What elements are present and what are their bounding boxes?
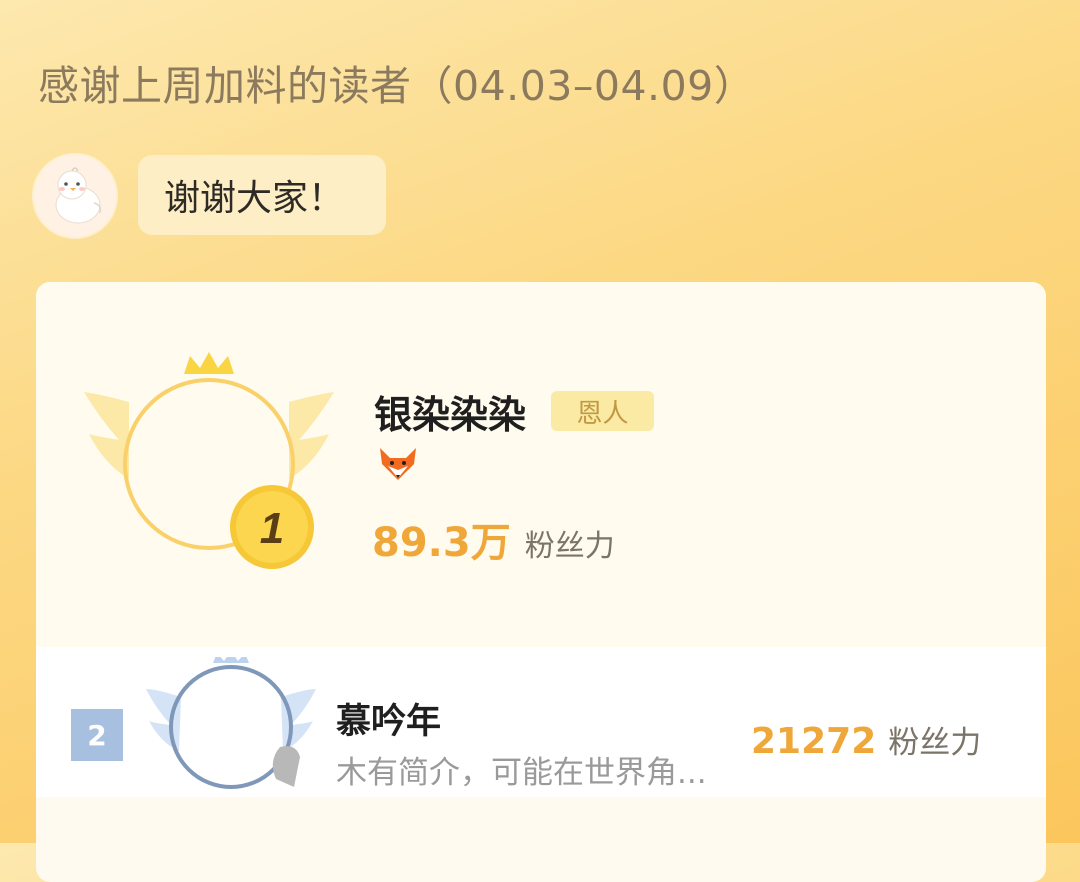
rank-second-fans: 21272 粉丝力 <box>751 717 981 762</box>
fans-value: 89.3万 <box>372 520 511 566</box>
rank-number-first: 1 <box>260 504 284 553</box>
rank-first-section[interactable]: 1 银染染染 恩人 89.3万 粉丝力 <box>36 282 1046 647</box>
fox-icon <box>380 448 416 480</box>
rank-second-description: 木有简介，可能在世界角... <box>336 755 707 791</box>
rank-second-row[interactable]: 2 慕吟年 木有简介，可能在世界角... 21272 粉丝力 <box>36 647 1046 797</box>
rank-number-second: 2 <box>87 718 107 752</box>
avatar[interactable] <box>34 155 116 237</box>
fans-unit: 粉丝力 <box>524 529 615 564</box>
benefactor-tag: 恩人 <box>551 391 654 431</box>
greeting-bubble: 谢谢大家！ <box>138 155 386 235</box>
silver-winged-emblem <box>146 657 316 789</box>
ranking-card: 1 银染染染 恩人 89.3万 粉丝力 2 慕吟年 木有简介，可能在世界角...… <box>36 282 1046 882</box>
gold-winged-crown-emblem: 1 <box>84 352 334 569</box>
fans-unit: 粉丝力 <box>888 725 982 761</box>
fans-value: 21272 <box>751 721 877 762</box>
rank-first-name[interactable]: 银染染染 <box>374 384 526 439</box>
chick-icon <box>34 155 116 237</box>
rank-second-name[interactable]: 慕吟年 <box>336 693 441 744</box>
rank-first-fans: 89.3万 粉丝力 <box>372 510 615 568</box>
rank-badge: 2 <box>71 709 123 761</box>
greeting-text: 谢谢大家！ <box>164 178 345 219</box>
page-title: 感谢上周加料的读者（04.03–04.09） <box>38 62 756 110</box>
